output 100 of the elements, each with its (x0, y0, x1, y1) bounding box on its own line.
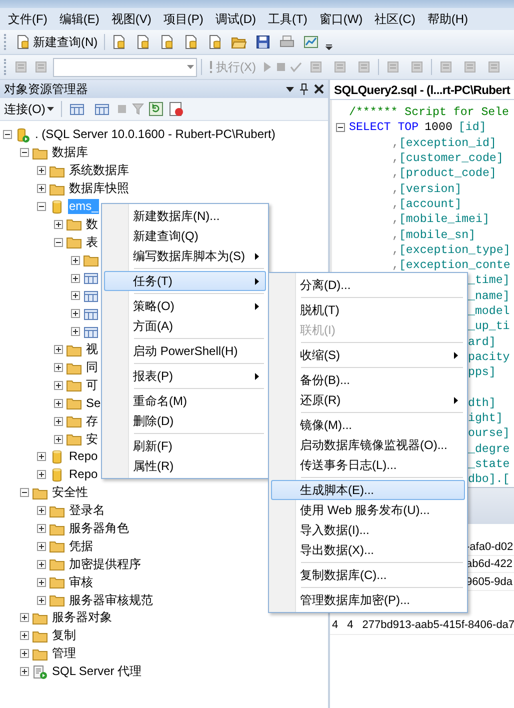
menu-item[interactable]: 新建查询(Q) (104, 226, 266, 246)
tree-item[interactable]: 凭据 (68, 538, 94, 554)
tree-item[interactable]: Repo (68, 449, 99, 464)
expand-icon[interactable] (37, 506, 46, 516)
menu-item[interactable]: 传送事务日志(L)... (271, 455, 465, 475)
expand-icon[interactable] (37, 542, 46, 551)
expand-icon[interactable] (54, 220, 63, 229)
tree-item[interactable]: 存 (85, 414, 99, 429)
tree-item[interactable]: Repo (68, 467, 99, 482)
menu-item[interactable]: 收缩(S) (271, 345, 465, 365)
menu-item[interactable]: 生成脚本(E)... (271, 480, 465, 500)
tree-item[interactable]: 系统数据库 (68, 163, 130, 178)
toolbar-icon (438, 59, 454, 75)
expand-icon[interactable] (37, 578, 46, 587)
menu-item[interactable]: 管理数据库加密(P)... (271, 590, 465, 610)
menu-bar-item[interactable]: 帮助(H) (423, 10, 476, 28)
menu-item[interactable]: 编写数据库脚本为(S) (104, 246, 266, 266)
collapse-icon[interactable] (336, 123, 345, 132)
expand-icon[interactable] (37, 560, 46, 569)
expand-icon[interactable] (20, 667, 29, 676)
expand-icon[interactable] (71, 327, 80, 336)
menu-bar-item[interactable]: 编辑(E) (55, 10, 108, 28)
tree-item[interactable]: 表 (85, 234, 99, 250)
tree-item[interactable]: 同 (85, 360, 99, 376)
collapse-icon[interactable] (20, 488, 29, 498)
expand-icon[interactable] (20, 649, 29, 658)
tree-item[interactable]: 服务器角色 (68, 521, 130, 536)
menu-item[interactable]: 刷新(F) (104, 436, 266, 456)
menu-item[interactable]: 方面(A) (104, 316, 266, 336)
expand-icon[interactable] (71, 256, 80, 265)
tree-item[interactable]: 数 (85, 216, 99, 232)
menu-bar-item[interactable]: 文件(F) (4, 10, 56, 28)
menu-item[interactable]: 还原(R) (271, 390, 465, 410)
expand-icon[interactable] (20, 613, 29, 622)
menu-item[interactable]: 使用 Web 服务发布(U)... (271, 500, 465, 520)
menu-item[interactable]: 重命名(M) (104, 391, 266, 411)
tree-item[interactable]: 加密提供程序 (68, 556, 142, 572)
tree-item[interactable]: 服务器审核规范 (68, 592, 154, 608)
tree-item[interactable]: 数据库快照 (68, 181, 130, 196)
menu-bar-item[interactable]: 社区(C) (370, 10, 424, 28)
expand-icon[interactable] (71, 291, 80, 300)
menu-item[interactable]: 导出数据(X)... (271, 540, 465, 560)
menu-item[interactable]: 镜像(M)... (271, 415, 465, 435)
menu-item[interactable]: 策略(O) (104, 296, 266, 316)
collapse-icon[interactable] (3, 130, 12, 140)
collapse-icon[interactable] (54, 238, 63, 247)
expand-icon[interactable] (37, 452, 46, 462)
tree-item[interactable]: 服务器对象 (51, 610, 113, 626)
menu-bar-item[interactable]: 调试(D) (211, 10, 264, 28)
menu-item[interactable]: 分离(D)... (271, 275, 465, 295)
menu-item[interactable]: 脱机(T) (271, 300, 465, 320)
refresh-icon[interactable] (149, 102, 164, 116)
tree-item[interactable]: 可 (85, 378, 99, 393)
tree-item[interactable]: 登录名 (68, 503, 106, 518)
menu-item[interactable]: 报表(P) (104, 366, 266, 386)
expand-icon[interactable] (54, 416, 63, 426)
expand-icon[interactable] (71, 274, 80, 283)
tree-item[interactable]: SQL Server 代理 (51, 664, 143, 680)
expand-icon[interactable] (37, 470, 46, 480)
menu-item[interactable]: 复制数据库(C)... (271, 565, 465, 585)
close-icon[interactable] (314, 83, 324, 95)
expand-icon[interactable] (37, 596, 46, 605)
tree-item[interactable]: 复制 (51, 628, 77, 644)
tree-item[interactable]: 审核 (68, 574, 94, 590)
tree-item[interactable]: 数据库 (51, 145, 89, 160)
menu-bar-item[interactable]: 窗口(W) (315, 10, 371, 28)
connect-button[interactable]: 连接(O) (2, 100, 56, 118)
expand-icon[interactable] (37, 184, 46, 194)
expand-icon[interactable] (54, 434, 63, 444)
collapse-icon[interactable] (37, 202, 46, 211)
menu-item[interactable]: 任务(T) (104, 271, 266, 291)
collapse-icon[interactable] (20, 148, 29, 158)
expand-icon[interactable] (54, 345, 63, 354)
menu-item[interactable]: 新建数据库(N)... (104, 206, 266, 226)
menu-item[interactable]: 删除(D) (104, 411, 266, 431)
tree-item[interactable]: . (SQL Server 10.0.1600 - Rubert-PC\Rubert) (34, 127, 276, 142)
tree-item[interactable]: Se (85, 396, 102, 411)
expand-icon[interactable] (54, 380, 63, 390)
tree-item[interactable]: 安全性 (51, 485, 89, 500)
expand-icon[interactable] (54, 398, 63, 408)
expand-icon[interactable] (54, 363, 63, 372)
new-query-button[interactable]: 新建查询(N) (13, 34, 100, 50)
tree-item[interactable]: 安 (85, 432, 99, 447)
check-icon[interactable] (290, 61, 302, 73)
tree-item[interactable]: 视 (85, 342, 99, 358)
expand-icon[interactable] (20, 631, 29, 640)
menu-bar-item[interactable]: 项目(P) (159, 10, 212, 28)
expand-icon[interactable] (37, 524, 46, 534)
menu-item[interactable]: 属性(R) (104, 456, 266, 476)
menu-item[interactable]: 启动数据库镜像监视器(O)... (271, 435, 465, 455)
menu-bar-item[interactable]: 视图(V) (107, 10, 160, 28)
menu-item[interactable]: 启动 PowerShell(H) (104, 341, 266, 361)
menu-item[interactable]: 导入数据(I)... (271, 520, 465, 540)
menu-bar-item[interactable]: 工具(T) (264, 10, 316, 28)
menu-item[interactable]: 备份(B)... (271, 370, 465, 390)
tree-item[interactable]: 管理 (51, 646, 77, 662)
expand-icon[interactable] (71, 309, 80, 318)
pin-icon[interactable] (300, 83, 308, 95)
activity-icon[interactable] (168, 101, 184, 117)
expand-icon[interactable] (37, 166, 46, 176)
